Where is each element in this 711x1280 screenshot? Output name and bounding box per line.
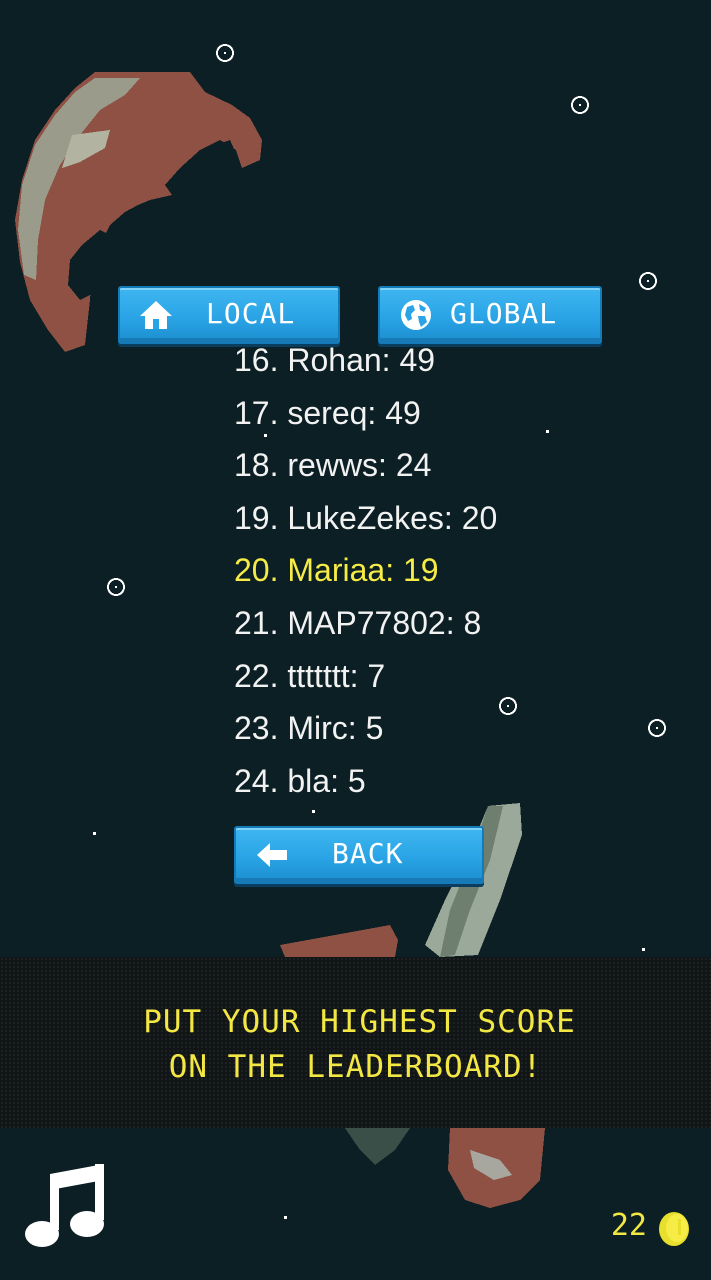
leaderboard-row: 23. Mirc: 5 — [234, 710, 384, 747]
leaderboard-row-current-player: 20. Mariaa: 19 — [234, 552, 439, 589]
home-icon — [136, 295, 176, 335]
leaderboard-list: 16. Rohan: 49 17. sereq: 49 18. rewws: 24 1… — [234, 338, 497, 811]
leaderboard-row: 19. LukeZekes: 20 — [234, 499, 498, 536]
music-note-icon — [25, 1164, 104, 1247]
banner-line-1: PUT YOUR HIGHEST SCORE — [143, 1004, 576, 1040]
local-tab-button[interactable]: LOCAL — [118, 286, 340, 344]
leaderboard-row: 21. MAP77802: 8 — [234, 604, 482, 641]
leaderboard-row: 16. Rohan: 49 — [234, 342, 436, 378]
arrow-left-icon — [252, 835, 292, 875]
leaderboard-banner: PUT YOUR HIGHEST SCORE ON THE LEADERBOAR… — [0, 957, 711, 1128]
back-button[interactable]: BACK — [234, 826, 484, 884]
coin-icon — [656, 1210, 692, 1248]
global-tab-label: GLOBAL — [450, 297, 558, 330]
local-tab-label: LOCAL — [206, 297, 296, 330]
banner-line-2: ON THE LEADERBOARD! — [168, 1049, 543, 1085]
leaderboard-row: 24. bla: 5 — [234, 762, 366, 799]
leaderboard-row: 22. ttttttt: 7 — [234, 657, 386, 694]
coin-count: 22 — [610, 1208, 647, 1243]
music-toggle-button[interactable] — [20, 1162, 112, 1254]
leaderboard-row: 17. sereq: 49 — [234, 394, 421, 431]
leaderboard-row: 18. rewws: 24 — [234, 447, 432, 484]
globe-icon — [396, 295, 436, 335]
global-tab-button[interactable]: GLOBAL — [378, 286, 602, 344]
back-button-label: BACK — [332, 837, 404, 870]
